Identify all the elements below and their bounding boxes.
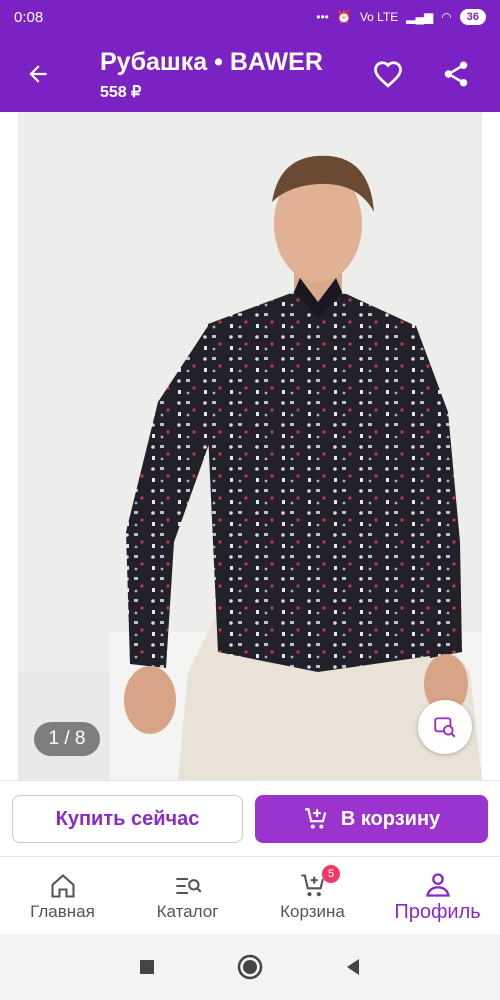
wifi-icon: ◠: [441, 10, 452, 24]
home-icon: [50, 874, 75, 898]
add-to-cart-button[interactable]: В корзину: [255, 795, 488, 843]
add-to-cart-label: В корзину: [340, 807, 441, 830]
image-search-icon: [434, 717, 456, 738]
nav-item-cart-label: Корзина: [280, 902, 345, 921]
back-button[interactable]: [18, 54, 58, 94]
arrow-back-icon: [29, 65, 47, 83]
buy-now-button[interactable]: Купить сейчас: [12, 795, 243, 843]
system-navigation-bar: [0, 934, 500, 1000]
nav-item-home-label: Главная: [30, 902, 95, 921]
battery-indicator: 36: [459, 9, 486, 25]
alarm-icon: ⏰: [336, 10, 352, 24]
purchase-actions: Купить сейчас В корзину: [0, 780, 500, 857]
status-icons: ••• ⏰ Vo LTE ▂▄▆ ◠ 36: [316, 9, 486, 25]
network-label: Vo LTE: [359, 10, 399, 24]
product-image: [18, 112, 482, 780]
add-to-cart-icon: [304, 808, 327, 829]
image-counter: 1 / 8: [34, 722, 100, 756]
cart-count-badge: 5: [322, 865, 340, 883]
app-bar: Рубашка • BAWER 558 ₽: [0, 34, 500, 112]
product-photo[interactable]: [18, 112, 482, 780]
status-bar: 0:08 ••• ⏰ Vo LTE ▂▄▆ ◠ 36: [0, 0, 500, 34]
nav-item-profile-label: Профиль: [394, 900, 481, 923]
product-title: Рубашка • BAWER: [100, 48, 323, 76]
bottom-navigation: Главная Каталог 5 Корзина Профиль: [0, 856, 500, 935]
recents-icon[interactable]: [137, 957, 157, 977]
nav-item-catalog[interactable]: Каталог: [125, 857, 250, 935]
nav-item-profile[interactable]: Профиль: [375, 857, 500, 935]
product-price: 558 ₽: [100, 84, 142, 101]
signal-icon: ▂▄▆: [406, 10, 434, 24]
nav-item-catalog-label: Каталог: [156, 902, 219, 921]
notification-icon: •••: [316, 10, 329, 24]
status-time: 0:08: [14, 8, 44, 26]
share-icon: [444, 61, 468, 87]
home-circle-icon[interactable]: [237, 954, 263, 980]
share-button[interactable]: [434, 56, 478, 92]
back-triangle-icon[interactable]: [343, 957, 363, 977]
search-similar-button[interactable]: [418, 700, 472, 754]
nav-item-home[interactable]: Главная: [0, 857, 125, 935]
catalog-search-icon: [175, 877, 202, 895]
nav-item-cart[interactable]: 5 Корзина: [250, 857, 375, 935]
favorite-button[interactable]: [366, 56, 410, 92]
heart-icon: [374, 61, 402, 88]
profile-icon: [425, 872, 450, 897]
